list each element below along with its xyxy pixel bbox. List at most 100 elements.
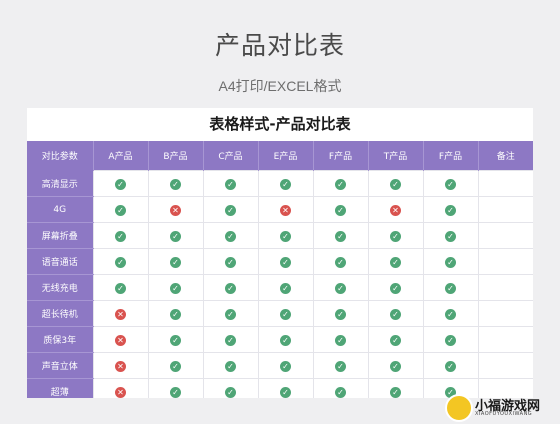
value-cell: ✓: [312, 248, 369, 275]
check-circle-icon: ✓: [390, 361, 401, 372]
cross-circle-icon: ✕: [115, 387, 126, 398]
value-cell: ✓: [312, 352, 369, 379]
note-cell: [477, 274, 533, 301]
check-circle-icon: ✓: [445, 257, 456, 268]
note-cell: [477, 300, 533, 327]
watermark-subtext: XIAOFUYOUXIWANG: [475, 411, 533, 417]
check-circle-icon: ✓: [280, 335, 291, 346]
cross-circle-icon: ✕: [170, 205, 181, 216]
check-circle-icon: ✓: [335, 387, 346, 398]
value-cell: ✓: [367, 170, 424, 197]
cross-circle-icon: ✕: [115, 361, 126, 372]
value-cell: ✓: [147, 170, 204, 197]
check-circle-icon: ✓: [445, 335, 456, 346]
row-label: 语音通话: [27, 248, 93, 275]
check-circle-icon: ✓: [335, 231, 346, 242]
note-cell: [477, 196, 533, 223]
check-circle-icon: ✓: [280, 283, 291, 294]
row-label: 质保3年: [27, 326, 93, 353]
column-header: C产品: [203, 141, 259, 171]
check-circle-icon: ✓: [170, 257, 181, 268]
check-circle-icon: ✓: [280, 179, 291, 190]
column-header: T产品: [368, 141, 424, 171]
value-cell: ✓: [367, 326, 424, 353]
check-circle-icon: ✓: [280, 231, 291, 242]
row-label: 超薄: [27, 378, 93, 398]
check-circle-icon: ✓: [445, 231, 456, 242]
value-cell: ✓: [257, 222, 314, 249]
check-circle-icon: ✓: [225, 387, 236, 398]
value-cell: ✓: [257, 248, 314, 275]
table-title: 表格样式-产品对比表: [209, 115, 351, 133]
check-circle-icon: ✓: [335, 257, 346, 268]
check-circle-icon: ✓: [335, 179, 346, 190]
check-circle-icon: ✓: [170, 361, 181, 372]
table-row: 屏幕折叠 ✓ ✓ ✓ ✓ ✓ ✓ ✓: [27, 222, 533, 249]
value-cell: ✕: [257, 196, 314, 223]
check-circle-icon: ✓: [390, 179, 401, 190]
row-label: 无线充电: [27, 274, 93, 301]
row-label: 4G: [27, 196, 93, 223]
cross-circle-icon: ✕: [390, 205, 401, 216]
value-cell: ✓: [147, 222, 204, 249]
check-circle-icon: ✓: [445, 361, 456, 372]
value-cell: ✓: [367, 222, 424, 249]
check-circle-icon: ✓: [225, 309, 236, 320]
note-cell: [477, 326, 533, 353]
value-cell: ✓: [92, 170, 149, 197]
cross-circle-icon: ✕: [115, 309, 126, 320]
check-circle-icon: ✓: [280, 257, 291, 268]
value-cell: ✓: [422, 326, 479, 353]
value-cell: ✓: [422, 300, 479, 327]
value-cell: ✓: [367, 352, 424, 379]
value-cell: ✓: [92, 274, 149, 301]
check-circle-icon: ✓: [115, 283, 126, 294]
check-circle-icon: ✓: [390, 231, 401, 242]
column-header: 备注: [478, 141, 533, 171]
check-circle-icon: ✓: [225, 179, 236, 190]
check-circle-icon: ✓: [390, 283, 401, 294]
check-circle-icon: ✓: [390, 257, 401, 268]
table-row: 4G ✓ ✕ ✓ ✕ ✓ ✕ ✓: [27, 196, 533, 223]
table-row: 语音通话 ✓ ✓ ✓ ✓ ✓ ✓ ✓: [27, 248, 533, 275]
check-circle-icon: ✓: [225, 205, 236, 216]
table-row: 超长待机 ✕ ✓ ✓ ✓ ✓ ✓ ✓: [27, 300, 533, 327]
value-cell: ✓: [92, 196, 149, 223]
value-cell: ✓: [422, 274, 479, 301]
value-cell: ✕: [147, 196, 204, 223]
page-title: 产品对比表: [214, 31, 345, 60]
check-circle-icon: ✓: [115, 231, 126, 242]
value-cell: ✓: [147, 352, 204, 379]
check-circle-icon: ✓: [335, 205, 346, 216]
table-row: 无线充电 ✓ ✓ ✓ ✓ ✓ ✓ ✓: [27, 274, 533, 301]
value-cell: ✓: [422, 248, 479, 275]
value-cell: ✓: [147, 378, 204, 398]
note-cell: [477, 248, 533, 275]
value-cell: ✓: [257, 378, 314, 398]
value-cell: ✓: [367, 248, 424, 275]
value-cell: ✓: [422, 352, 479, 379]
table-row: 声音立体 ✕ ✓ ✓ ✓ ✓ ✓ ✓: [27, 352, 533, 379]
check-circle-icon: ✓: [445, 179, 456, 190]
value-cell: ✓: [202, 274, 259, 301]
check-circle-icon: ✓: [115, 205, 126, 216]
check-circle-icon: ✓: [225, 257, 236, 268]
check-circle-icon: ✓: [390, 309, 401, 320]
value-cell: ✓: [202, 352, 259, 379]
cross-circle-icon: ✕: [115, 335, 126, 346]
check-circle-icon: ✓: [170, 335, 181, 346]
value-cell: ✓: [147, 274, 204, 301]
table-row: 高清显示 ✓ ✓ ✓ ✓ ✓ ✓ ✓: [27, 170, 533, 197]
value-cell: ✓: [202, 222, 259, 249]
value-cell: ✓: [257, 326, 314, 353]
value-cell: ✕: [92, 352, 149, 379]
row-label: 声音立体: [27, 352, 93, 379]
value-cell: ✓: [367, 378, 424, 398]
check-circle-icon: ✓: [335, 309, 346, 320]
column-header: 对比参数: [27, 141, 94, 171]
value-cell: ✓: [147, 326, 204, 353]
watermark-badge-icon: [445, 394, 473, 422]
value-cell: ✕: [92, 378, 149, 398]
value-cell: ✓: [312, 300, 369, 327]
value-cell: ✓: [202, 196, 259, 223]
